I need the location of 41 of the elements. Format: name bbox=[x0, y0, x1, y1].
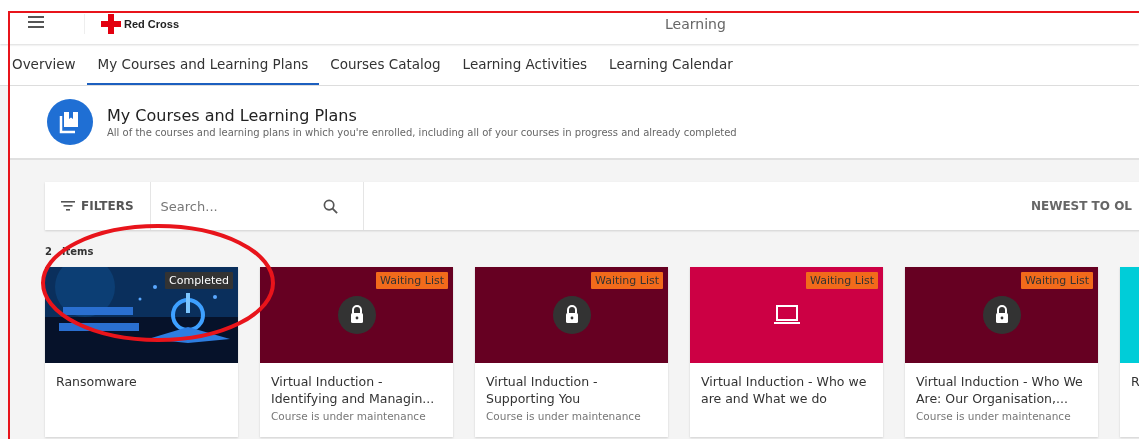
course-note: Course is under maintenance bbox=[916, 410, 1072, 422]
cross-icon bbox=[101, 14, 121, 34]
lock-icon bbox=[337, 296, 376, 334]
filters-button[interactable]: FILTERS bbox=[45, 182, 151, 230]
course-card[interactable]: R bbox=[1120, 267, 1139, 437]
status-badge: Waiting List bbox=[1020, 272, 1093, 289]
logo-text: Red Cross bbox=[124, 18, 180, 30]
status-badge: Completed bbox=[165, 272, 233, 289]
status-badge: Waiting List bbox=[805, 272, 878, 289]
nav-tab[interactable]: Learning Activities bbox=[451, 44, 599, 85]
lock-icon bbox=[552, 296, 591, 334]
course-card[interactable]: Waiting List Virtual Induction - Supporting You Course is under maintenance bbox=[475, 267, 668, 437]
status-badge: Waiting List bbox=[375, 272, 448, 289]
laptop-icon bbox=[773, 305, 800, 325]
nav-tab[interactable]: Courses Catalog bbox=[319, 44, 452, 85]
course-title: Virtual Induction - Supporting You bbox=[486, 373, 599, 407]
sort-button[interactable]: NEWEST TO OL bbox=[1024, 182, 1138, 230]
item-count: 2 bbox=[45, 246, 52, 257]
course-card[interactable]: Waiting List Virtual Induction - Who We Are: Our Organisation,... Course is under maintenance bbox=[905, 267, 1098, 437]
lock-icon bbox=[982, 296, 1021, 334]
page-subtitle: All of the courses and learning plans in which you're enrolled, including all of your courses in progress and already completed bbox=[107, 127, 737, 138]
course-title: Virtual Induction - Who We Are: Our Organisation,... bbox=[916, 373, 1084, 407]
filter-icon bbox=[61, 201, 75, 211]
menu-icon[interactable] bbox=[28, 16, 44, 28]
course-card[interactable]: Waiting List Virtual Induction - Identifying and Managin... Course is under maintenance bbox=[260, 267, 453, 437]
book-icon bbox=[47, 99, 93, 145]
course-note: Course is under maintenance bbox=[486, 410, 642, 422]
course-card[interactable]: Completed Ransomware bbox=[45, 267, 238, 437]
course-note: Course is under maintenance bbox=[271, 410, 427, 422]
status-badge: Waiting List bbox=[590, 272, 663, 289]
course-card[interactable]: Waiting List Virtual Induction - Who we are and What we do bbox=[690, 267, 883, 437]
page-title: My Courses and Learning Plans bbox=[107, 106, 358, 125]
course-title: Virtual Induction - Who we are and What we do bbox=[701, 373, 868, 407]
course-title: R bbox=[1131, 373, 1139, 390]
search-field[interactable]: Search... bbox=[158, 197, 323, 215]
course-title: Virtual Induction - Identifying and Managin... bbox=[271, 373, 436, 407]
nav-tab[interactable]: Learning Calendar bbox=[598, 44, 744, 85]
nav-tab[interactable]: Overview bbox=[12, 44, 87, 85]
app-title: Learning bbox=[665, 16, 726, 32]
search-icon bbox=[322, 198, 338, 214]
course-title: Ransomware bbox=[56, 373, 138, 390]
